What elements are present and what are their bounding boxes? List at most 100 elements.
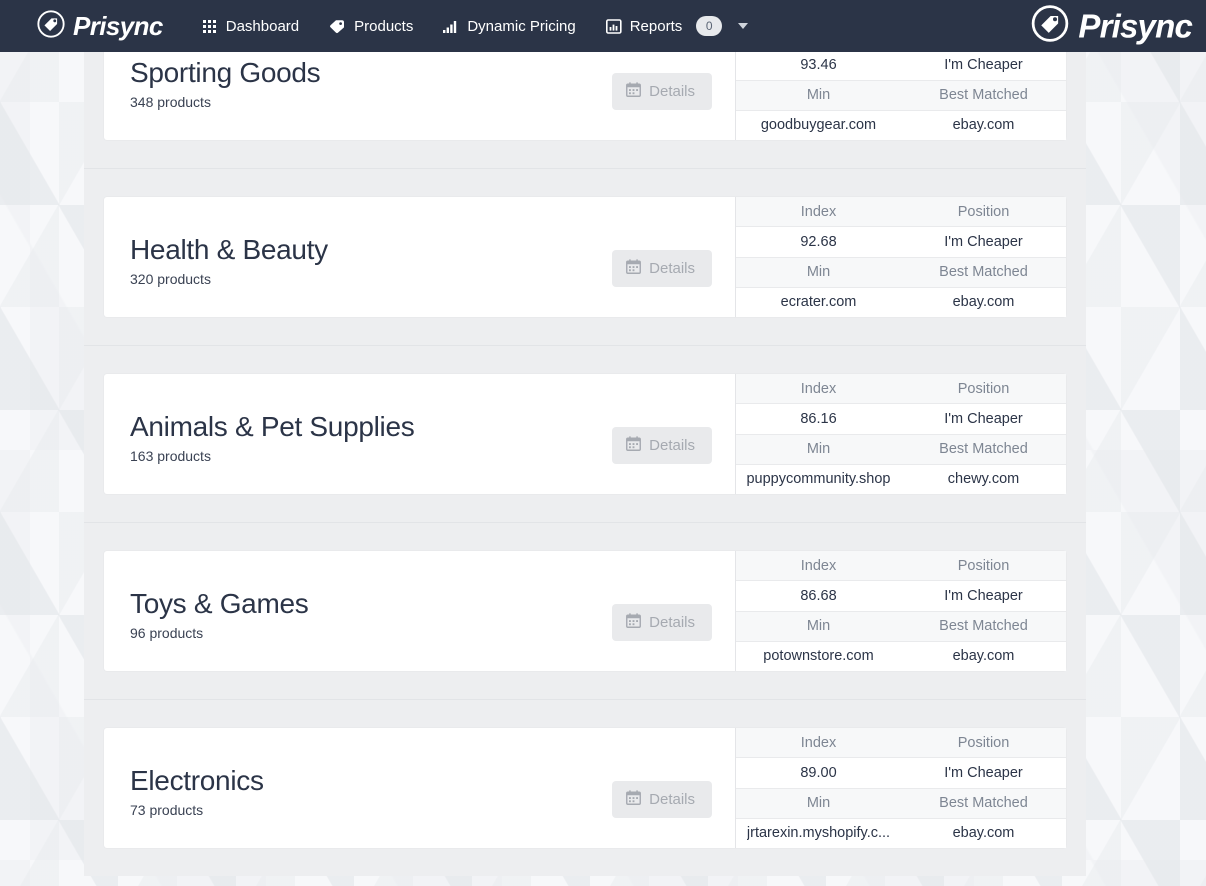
category-info: Health & Beauty 320 products: [130, 233, 612, 288]
table-header-row: Index Position: [736, 374, 1066, 404]
cell-min: goodbuygear.com: [736, 111, 901, 140]
brand-logo-right[interactable]: Prisync: [1030, 4, 1192, 49]
header-best-matched: Best Matched: [901, 789, 1066, 818]
card-slot: Electronics 73 products: [84, 699, 1086, 876]
cell-best-matched: ebay.com: [901, 819, 1066, 848]
grid-icon: [203, 19, 218, 34]
chevron-down-icon[interactable]: [738, 23, 748, 29]
table-header-row: Min Best Matched: [736, 258, 1066, 288]
category-product-count: 73 products: [130, 802, 612, 818]
category-info: Animals & Pet Supplies 163 products: [130, 410, 612, 465]
details-button[interactable]: Details: [612, 604, 712, 641]
category-title: Health & Beauty: [130, 233, 612, 267]
table-row: 92.68 I'm Cheaper: [736, 227, 1066, 257]
header-min: Min: [736, 612, 901, 641]
category-card[interactable]: Electronics 73 products: [104, 728, 1066, 848]
cell-min: jrtarexin.myshopify.c...: [736, 819, 901, 848]
nav-item-dashboard[interactable]: Dashboard: [203, 19, 299, 34]
header-index: Index: [736, 728, 901, 757]
calendar-icon: [626, 259, 641, 278]
header-min: Min: [736, 789, 901, 818]
nav-item-reports[interactable]: Reports 0: [606, 16, 749, 36]
card-slot: Toys & Games 96 products: [84, 522, 1086, 699]
calendar-icon: [626, 436, 641, 455]
table-row: jrtarexin.myshopify.c... ebay.com: [736, 819, 1066, 848]
category-product-count: 320 products: [130, 271, 612, 287]
category-info: Electronics 73 products: [130, 764, 612, 819]
category-card-main: Sporting Goods 348 products: [104, 52, 735, 140]
category-card[interactable]: Sporting Goods 348 products: [104, 52, 1066, 140]
table-row: goodbuygear.com ebay.com: [736, 111, 1066, 140]
table-row: potownstore.com ebay.com: [736, 642, 1066, 671]
details-button[interactable]: Details: [612, 73, 712, 110]
header-min: Min: [736, 81, 901, 110]
cell-index: 86.16: [736, 404, 901, 433]
header-min: Min: [736, 435, 901, 464]
details-button[interactable]: Details: [612, 781, 712, 818]
page-content: Sporting Goods 348 products: [0, 52, 1206, 886]
tag-icon: [329, 19, 346, 34]
table-header-row: Index Position: [736, 551, 1066, 581]
cell-best-matched: ebay.com: [901, 111, 1066, 140]
header-index: Index: [736, 551, 901, 580]
details-button-label: Details: [649, 791, 695, 808]
cell-index: 86.68: [736, 581, 901, 610]
category-info: Sporting Goods 348 products: [130, 56, 612, 111]
card-slot: Animals & Pet Supplies 163 products: [84, 345, 1086, 522]
calendar-icon: [626, 613, 641, 632]
category-stats-table: Index Position 89.00 I'm Cheaper Min Bes…: [735, 728, 1066, 848]
nav-item-dashboard-label: Dashboard: [226, 19, 299, 34]
cell-min: puppycommunity.shop: [736, 465, 901, 494]
details-button-label: Details: [649, 437, 695, 454]
header-index: Index: [736, 197, 901, 226]
category-stats-table: Index Position 86.16 I'm Cheaper Min Bes…: [735, 374, 1066, 494]
table-header-row: Index Position: [736, 728, 1066, 758]
cell-min: ecrater.com: [736, 288, 901, 317]
category-stats-table: Index Position 92.68 I'm Cheaper Min Bes…: [735, 197, 1066, 317]
header-best-matched: Best Matched: [901, 81, 1066, 110]
category-card[interactable]: Animals & Pet Supplies 163 products: [104, 374, 1066, 494]
header-position: Position: [901, 374, 1066, 403]
table-header-row: Min Best Matched: [736, 435, 1066, 465]
cell-best-matched: ebay.com: [901, 288, 1066, 317]
header-position: Position: [901, 551, 1066, 580]
header-best-matched: Best Matched: [901, 258, 1066, 287]
category-card[interactable]: Toys & Games 96 products: [104, 551, 1066, 671]
details-button[interactable]: Details: [612, 427, 712, 464]
details-button-label: Details: [649, 614, 695, 631]
category-card[interactable]: Health & Beauty 320 products: [104, 197, 1066, 317]
report-chart-icon: [606, 19, 622, 34]
cell-min: potownstore.com: [736, 642, 901, 671]
cell-position: I'm Cheaper: [901, 758, 1066, 787]
header-index: Index: [736, 374, 901, 403]
header-position: Position: [901, 728, 1066, 757]
nav-item-products[interactable]: Products: [329, 19, 413, 34]
details-button[interactable]: Details: [612, 250, 712, 287]
category-card-main: Toys & Games 96 products: [104, 551, 735, 671]
table-row: ecrater.com ebay.com: [736, 288, 1066, 317]
details-button-label: Details: [649, 83, 695, 100]
category-product-count: 96 products: [130, 625, 612, 641]
cell-index: 92.68: [736, 227, 901, 256]
brand-logo-left[interactable]: Prisync: [36, 9, 163, 44]
cell-position: I'm Cheaper: [901, 227, 1066, 256]
category-info: Toys & Games 96 products: [130, 587, 612, 642]
nav-item-dynamic-pricing[interactable]: Dynamic Pricing: [443, 19, 575, 34]
nav-item-products-label: Products: [354, 19, 413, 34]
table-row: 93.46 I'm Cheaper: [736, 52, 1066, 81]
header-best-matched: Best Matched: [901, 612, 1066, 641]
table-header-row: Min Best Matched: [736, 612, 1066, 642]
nav-item-dynamic-pricing-label: Dynamic Pricing: [467, 19, 575, 34]
prisync-logo-icon-right: [1030, 4, 1070, 49]
table-row: puppycommunity.shop chewy.com: [736, 465, 1066, 494]
table-header-row: Min Best Matched: [736, 789, 1066, 819]
cell-position: I'm Cheaper: [901, 52, 1066, 80]
category-stats-table: Index Position 86.68 I'm Cheaper Min Bes…: [735, 551, 1066, 671]
category-stats-table: Index Position 93.46 I'm Cheaper Min Bes…: [735, 52, 1066, 140]
table-row: 89.00 I'm Cheaper: [736, 758, 1066, 788]
category-card-main: Electronics 73 products: [104, 728, 735, 848]
bar-chart-icon: [443, 19, 459, 33]
category-product-count: 348 products: [130, 94, 612, 110]
brand-logo-text: Prisync: [73, 13, 163, 39]
category-card-main: Animals & Pet Supplies 163 products: [104, 374, 735, 494]
